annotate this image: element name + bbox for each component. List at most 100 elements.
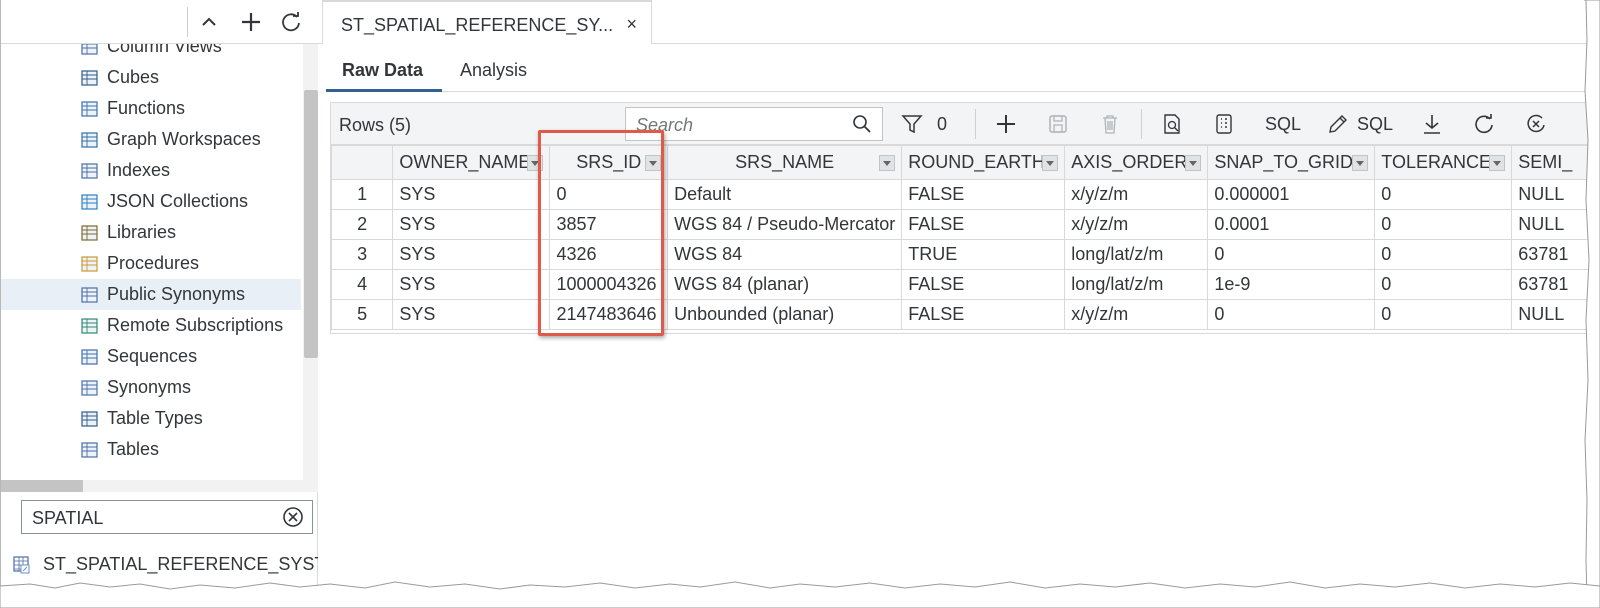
column-header-owner-name[interactable]: OWNER_NAME xyxy=(392,145,551,180)
clear-filters-button[interactable] xyxy=(1525,111,1547,137)
grid-search-input[interactable]: Search xyxy=(625,107,883,141)
tree-item[interactable]: Table Types xyxy=(1,403,301,434)
tree-item[interactable]: Tables xyxy=(1,434,301,465)
table-cell[interactable]: SYS xyxy=(392,269,551,300)
close-icon[interactable]: × xyxy=(626,14,637,35)
save-button[interactable] xyxy=(1047,111,1069,137)
table-cell[interactable]: WGS 84 / Pseudo-Mercator xyxy=(667,209,903,240)
column-header-axis-order[interactable]: AXIS_ORDER xyxy=(1064,145,1209,180)
table-cell[interactable]: x/y/z/m xyxy=(1064,179,1209,210)
table-cell[interactable]: FALSE xyxy=(901,269,1066,300)
table-cell[interactable]: WGS 84 (planar) xyxy=(667,269,903,300)
table-cell[interactable]: Default xyxy=(667,179,903,210)
column-header-snap-to-grid[interactable]: SNAP_TO_GRID xyxy=(1207,145,1376,180)
table-cell[interactable]: SYS xyxy=(392,209,551,240)
search-icon[interactable] xyxy=(852,114,872,134)
table-cell[interactable]: 0 xyxy=(1374,209,1513,240)
tree-item[interactable]: Synonyms xyxy=(1,372,301,403)
column-filter-icon[interactable] xyxy=(1185,155,1202,171)
table-cell[interactable]: 4326 xyxy=(549,239,669,270)
tab-raw-data[interactable]: Raw Data xyxy=(342,60,423,81)
column-filter-icon[interactable] xyxy=(879,155,896,171)
table-row[interactable]: 3 SYS 4326 WGS 84 TRUE long/lat/z/m 0 0 63781 xyxy=(330,239,1599,270)
tree-horizontal-scrollbar[interactable] xyxy=(1,480,319,492)
row-number-cell[interactable]: 3 xyxy=(330,239,394,270)
columns-button[interactable] xyxy=(1213,111,1235,137)
table-row[interactable]: 2 SYS 3857 WGS 84 / Pseudo-Mercator FALSE x/y… xyxy=(330,209,1599,240)
download-button[interactable] xyxy=(1421,111,1443,137)
table-cell[interactable]: long/lat/z/m xyxy=(1064,269,1209,300)
tree-vertical-scrollbar[interactable] xyxy=(303,44,319,480)
refresh-button[interactable] xyxy=(277,8,305,36)
table-cell[interactable]: long/lat/z/m xyxy=(1064,239,1209,270)
table-cell[interactable]: 0.0001 xyxy=(1207,209,1376,240)
catalog-search-input[interactable]: SPATIAL xyxy=(21,500,313,534)
table-cell[interactable]: 1000004326 xyxy=(549,269,669,300)
row-number-cell[interactable]: 1 xyxy=(330,179,394,210)
filter-button[interactable]: 0 xyxy=(901,111,947,137)
table-cell[interactable]: 0 xyxy=(1374,269,1513,300)
tree-item[interactable]: Functions xyxy=(1,93,301,124)
scrollbar-thumb[interactable] xyxy=(1,480,83,492)
table-cell[interactable]: 2147483646 xyxy=(549,299,669,330)
column-header-tolerance[interactable]: TOLERANCE xyxy=(1374,145,1513,180)
tree-item[interactable]: Graph Workspaces xyxy=(1,124,301,155)
collapse-button[interactable] xyxy=(195,8,223,36)
public-synonym-icon xyxy=(81,286,98,303)
tree-item[interactable]: Indexes xyxy=(1,155,301,186)
row-number-cell[interactable]: 5 xyxy=(330,299,394,330)
table-cell[interactable]: FALSE xyxy=(901,209,1066,240)
table-cell[interactable]: 0.000001 xyxy=(1207,179,1376,210)
column-filter-icon[interactable] xyxy=(1352,155,1369,171)
column-header-srs-name[interactable]: SRS_NAME xyxy=(667,145,903,180)
refresh-data-button[interactable] xyxy=(1473,111,1495,137)
sql-button[interactable]: SQL xyxy=(1265,111,1301,137)
column-header-srs-id[interactable]: SRS_ID xyxy=(549,145,669,180)
tree-item[interactable]: Public Synonyms xyxy=(1,279,301,310)
inspect-button[interactable] xyxy=(1161,111,1183,137)
table-cell[interactable]: x/y/z/m xyxy=(1064,299,1209,330)
column-header-round-earth[interactable]: ROUND_EARTH xyxy=(901,145,1066,180)
tree-item[interactable]: Remote Subscriptions xyxy=(1,310,301,341)
tab-analysis[interactable]: Analysis xyxy=(460,60,527,81)
table-cell[interactable]: 0 xyxy=(1207,239,1376,270)
add-row-button[interactable] xyxy=(995,111,1017,137)
table-cell[interactable]: SYS xyxy=(392,179,551,210)
table-row[interactable]: 1 SYS 0 Default FALSE x/y/z/m 0.000001 0 NULL xyxy=(330,179,1599,210)
table-cell[interactable]: SYS xyxy=(392,239,551,270)
document-tab[interactable]: ST_SPATIAL_REFERENCE_SY... × xyxy=(322,0,652,44)
table-cell[interactable]: Unbounded (planar) xyxy=(667,299,903,330)
table-cell[interactable]: 0 xyxy=(549,179,669,210)
table-cell[interactable]: SYS xyxy=(392,299,551,330)
table-cell[interactable]: WGS 84 xyxy=(667,239,903,270)
tree-item[interactable]: Cubes xyxy=(1,62,301,93)
row-number-cell[interactable]: 2 xyxy=(330,209,394,240)
tree-item[interactable]: Sequences xyxy=(1,341,301,372)
table-cell[interactable]: 3857 xyxy=(549,209,669,240)
tree-item[interactable]: Column Views xyxy=(1,44,301,62)
table-cell[interactable]: 0 xyxy=(1374,299,1513,330)
table-cell[interactable]: 1e-9 xyxy=(1207,269,1376,300)
table-cell[interactable]: FALSE xyxy=(901,299,1066,330)
column-filter-icon[interactable] xyxy=(527,155,544,171)
tree-item[interactable]: Libraries xyxy=(1,217,301,248)
row-number-cell[interactable]: 4 xyxy=(330,269,394,300)
table-cell[interactable]: x/y/z/m xyxy=(1064,209,1209,240)
column-filter-icon[interactable] xyxy=(645,155,662,171)
table-cell[interactable]: 0 xyxy=(1374,239,1513,270)
column-filter-icon[interactable] xyxy=(1489,155,1506,171)
table-cell[interactable]: FALSE xyxy=(901,179,1066,210)
table-cell[interactable]: 0 xyxy=(1207,299,1376,330)
table-cell[interactable]: TRUE xyxy=(901,239,1066,270)
clear-icon[interactable] xyxy=(282,506,304,528)
table-row[interactable]: 4 SYS 1000004326 WGS 84 (planar) FALSE long/l… xyxy=(330,269,1599,300)
tree-item[interactable]: JSON Collections xyxy=(1,186,301,217)
tree-item[interactable]: Procedures xyxy=(1,248,301,279)
add-button[interactable] xyxy=(237,8,265,36)
edit-sql-button[interactable]: SQL xyxy=(1327,111,1393,137)
delete-button[interactable] xyxy=(1099,111,1121,137)
table-row[interactable]: 5 SYS 2147483646 Unbounded (planar) FALSE x/y… xyxy=(330,299,1599,330)
column-filter-icon[interactable] xyxy=(1042,155,1059,171)
scrollbar-thumb[interactable] xyxy=(304,90,318,358)
table-cell[interactable]: 0 xyxy=(1374,179,1513,210)
